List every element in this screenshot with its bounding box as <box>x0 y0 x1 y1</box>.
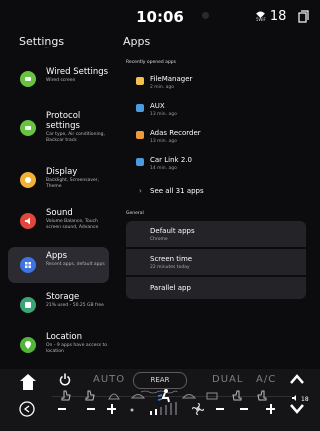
default-apps-item[interactable]: Default apps Chrome <box>126 221 306 247</box>
file-manager-icon <box>136 77 144 85</box>
general-label: General <box>126 211 144 216</box>
recent-app-time: 14 min. ago <box>150 166 177 171</box>
rear-window-defrost-icon[interactable] <box>206 391 218 401</box>
settings-item-display[interactable]: Display Backlight, Screensaver, Theme <box>8 165 109 195</box>
recent-app-row[interactable]: FileManager 2 min. ago <box>136 75 300 91</box>
recent-app-row[interactable]: Car Link 2.0 14 min. ago <box>136 156 300 172</box>
temp-left-minus-button[interactable] <box>58 408 66 410</box>
camera-dot-icon <box>202 12 209 19</box>
status-bar: 10:06 5WiF 18 <box>0 0 320 30</box>
status-temperature: 18 <box>269 9 287 24</box>
card-title: Default apps <box>150 227 195 235</box>
settings-item-sublabel: Backlight, Screensaver, Theme <box>46 178 100 189</box>
settings-item-label: Sound <box>46 208 73 218</box>
recent-app-name: FileManager <box>150 75 193 83</box>
airflow-mode-icon[interactable] <box>157 388 173 404</box>
protocol-settings-icon <box>20 120 36 136</box>
home-icon[interactable] <box>19 373 37 391</box>
fan-large-icon <box>192 403 204 415</box>
aux-icon <box>136 104 144 112</box>
settings-item-label: Display <box>46 167 78 177</box>
status-indicators: 5WiF 18 <box>256 9 309 24</box>
sound-icon <box>20 213 36 229</box>
wired-settings-icon <box>20 71 36 87</box>
adas-recorder-icon <box>136 131 144 139</box>
recent-app-time: 13 min. ago <box>150 112 177 117</box>
settings-item-sublabel: Car type, Air conditioning, Backcar trac… <box>46 132 105 143</box>
rear-defrost-button[interactable]: REAR <box>133 372 187 389</box>
settings-item-protocol[interactable]: Protocol settings Car type, Air conditio… <box>8 108 109 152</box>
seat-heat-right-icon[interactable] <box>256 390 268 402</box>
temp-left-minus-secondary-button[interactable] <box>87 408 95 410</box>
scroll-ghost-text: — <box>44 45 49 51</box>
apps-panel: Apps Recently opened apps FileManager 2 … <box>115 30 320 369</box>
chevron-down-icon[interactable] <box>289 403 305 415</box>
temp-right-minus-button[interactable] <box>216 408 224 410</box>
climate-control-bar: AUTO REAR DUAL A/C 18 <box>0 369 320 431</box>
power-icon[interactable] <box>59 373 71 386</box>
settings-title: Settings <box>19 35 65 48</box>
settings-item-apps[interactable]: Apps Recent apps, default apps <box>8 247 109 283</box>
settings-item-sublabel: 21% used - 50.25 GB free <box>46 303 104 308</box>
seat-heat-left-icon[interactable] <box>60 390 72 402</box>
settings-item-label: Protocol settings <box>46 111 81 131</box>
front-defrost-icon[interactable] <box>182 391 196 401</box>
volume-icon <box>292 395 296 401</box>
card-subtitle: Chrome <box>150 237 168 242</box>
settings-item-storage[interactable]: Storage 21% used - 50.25 GB free <box>8 290 109 320</box>
parallel-app-item[interactable]: Parallel app <box>126 277 306 299</box>
recent-apps-label: Recently opened apps <box>126 60 176 65</box>
card-subtitle: 22 minutes today <box>150 265 190 270</box>
storage-icon <box>20 297 36 313</box>
see-all-apps-link[interactable]: See all 31 apps <box>150 187 204 195</box>
recent-app-time: 13 min. ago <box>150 139 177 144</box>
settings-item-wired[interactable]: Wired Settings Wired screen <box>8 64 109 94</box>
seat-vent-right-icon[interactable] <box>231 390 243 402</box>
settings-item-label: Apps <box>46 251 68 261</box>
recent-app-row[interactable]: AUX 13 min. ago <box>136 102 300 118</box>
recent-app-row[interactable]: Adas Recorder 13 min. ago <box>136 129 300 145</box>
fan-small-icon <box>130 408 134 412</box>
settings-item-sublabel: Volume Balance, Touch screen sound, Adva… <box>46 219 99 230</box>
settings-item-sublabel: Wired screen <box>46 78 76 83</box>
ac-button[interactable]: A/C <box>256 374 276 385</box>
settings-item-label: Wired Settings <box>46 67 109 77</box>
display-icon <box>20 172 36 188</box>
screen-time-item[interactable]: Screen time 22 minutes today <box>126 249 306 275</box>
settings-item-label: Storage <box>46 292 80 302</box>
location-pin-icon <box>20 337 36 353</box>
recirculation-icon[interactable] <box>131 391 145 401</box>
chevron-up-icon[interactable] <box>289 373 305 385</box>
recent-app-name: Adas Recorder <box>150 129 201 137</box>
screen-mirror-icon[interactable] <box>298 10 309 23</box>
card-title: Screen time <box>150 255 193 263</box>
card-title: Parallel app <box>150 284 191 292</box>
settings-item-sublabel: Recent apps, default apps <box>46 262 105 267</box>
apps-grid-icon <box>20 257 36 273</box>
wifi-label: 5WiF <box>256 17 266 22</box>
settings-item-sublabel: On - 9 apps have access to location <box>46 343 108 354</box>
seat-vent-left-icon[interactable] <box>84 390 96 402</box>
settings-item-label: Location <box>46 332 82 342</box>
recent-app-name: Car Link 2.0 <box>150 156 192 164</box>
recent-app-time: 2 min. ago <box>150 85 175 90</box>
car-link-icon <box>136 158 144 166</box>
back-icon[interactable] <box>19 401 35 417</box>
settings-item-sound[interactable]: Sound Volume Balance, Touch screen sound… <box>8 206 109 242</box>
wifi-indicator: 5WiF <box>256 11 266 22</box>
volume-level: 18 <box>301 396 309 403</box>
settings-item-location[interactable]: Location On - 9 apps have access to loca… <box>8 330 109 360</box>
apps-title: Apps <box>123 35 151 48</box>
settings-sidebar: Settings — Wired Settings Wired screen P… <box>0 30 115 369</box>
temp-right-minus-secondary-button[interactable] <box>240 408 248 410</box>
recent-app-name: AUX <box>150 102 165 110</box>
windshield-defrost-icon[interactable] <box>108 391 120 401</box>
chevron-right-icon: › <box>139 187 142 195</box>
auto-button[interactable]: AUTO <box>93 374 125 385</box>
dual-button[interactable]: DUAL <box>212 374 243 385</box>
